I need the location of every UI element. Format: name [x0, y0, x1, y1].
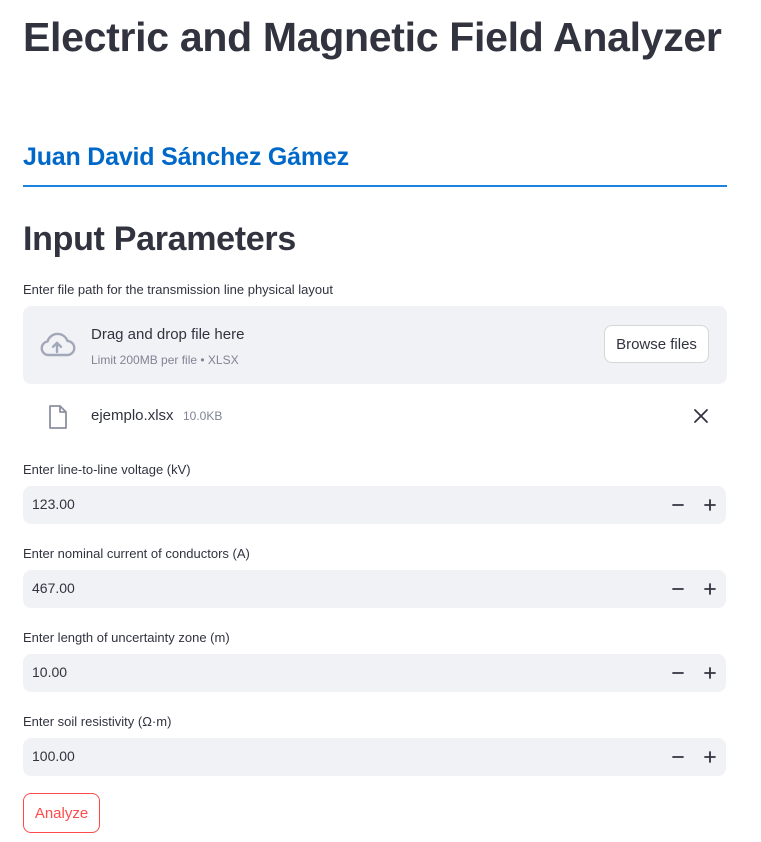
dropzone-instructions: Drag and drop file here — [91, 326, 245, 343]
file-uploader-label: Enter file path for the transmission lin… — [23, 282, 333, 297]
minus-icon[interactable] — [664, 491, 692, 519]
page-title: Electric and Magnetic Field Analyzer — [23, 14, 722, 60]
minus-icon[interactable] — [664, 575, 692, 603]
plus-icon[interactable] — [696, 491, 724, 519]
plus-icon[interactable] — [696, 743, 724, 771]
cloud-upload-icon — [40, 332, 76, 357]
current-value[interactable]: 467.00 — [32, 580, 75, 596]
voltage-label: Enter line-to-line voltage (kV) — [23, 462, 191, 477]
soil-resistivity-value[interactable]: 100.00 — [32, 748, 75, 764]
voltage-value[interactable]: 123.00 — [32, 496, 75, 512]
plus-icon[interactable] — [696, 659, 724, 687]
uploaded-file-row: ejemplo.xlsx 10.0KB — [23, 396, 727, 436]
section-title: Input Parameters — [23, 220, 296, 258]
uploaded-file-name: ejemplo.xlsx — [91, 407, 174, 424]
plus-icon[interactable] — [696, 575, 724, 603]
current-label: Enter nominal current of conductors (A) — [23, 546, 250, 561]
minus-icon[interactable] — [664, 659, 692, 687]
file-dropzone[interactable]: Drag and drop file here Limit 200MB per … — [23, 306, 727, 384]
author-name: Juan David Sánchez Gámez — [23, 143, 349, 171]
voltage-input[interactable]: 123.00 — [23, 486, 726, 524]
current-input[interactable]: 467.00 — [23, 570, 726, 608]
uncertainty-zone-value[interactable]: 10.00 — [32, 664, 67, 680]
analyze-button[interactable]: Analyze — [23, 793, 100, 833]
author-header: Juan David Sánchez Gámez — [23, 143, 727, 187]
close-icon[interactable] — [691, 406, 711, 426]
soil-resistivity-label: Enter soil resistivity (Ω·m) — [23, 714, 172, 729]
uploaded-file-size: 10.0KB — [183, 409, 223, 423]
uncertainty-zone-label: Enter length of uncertainty zone (m) — [23, 630, 230, 645]
dropzone-limit-text: Limit 200MB per file • XLSX — [91, 353, 239, 367]
uncertainty-zone-input[interactable]: 10.00 — [23, 654, 726, 692]
minus-icon[interactable] — [664, 743, 692, 771]
browse-files-button[interactable]: Browse files — [604, 325, 709, 363]
soil-resistivity-input[interactable]: 100.00 — [23, 738, 726, 776]
file-icon — [49, 405, 67, 429]
